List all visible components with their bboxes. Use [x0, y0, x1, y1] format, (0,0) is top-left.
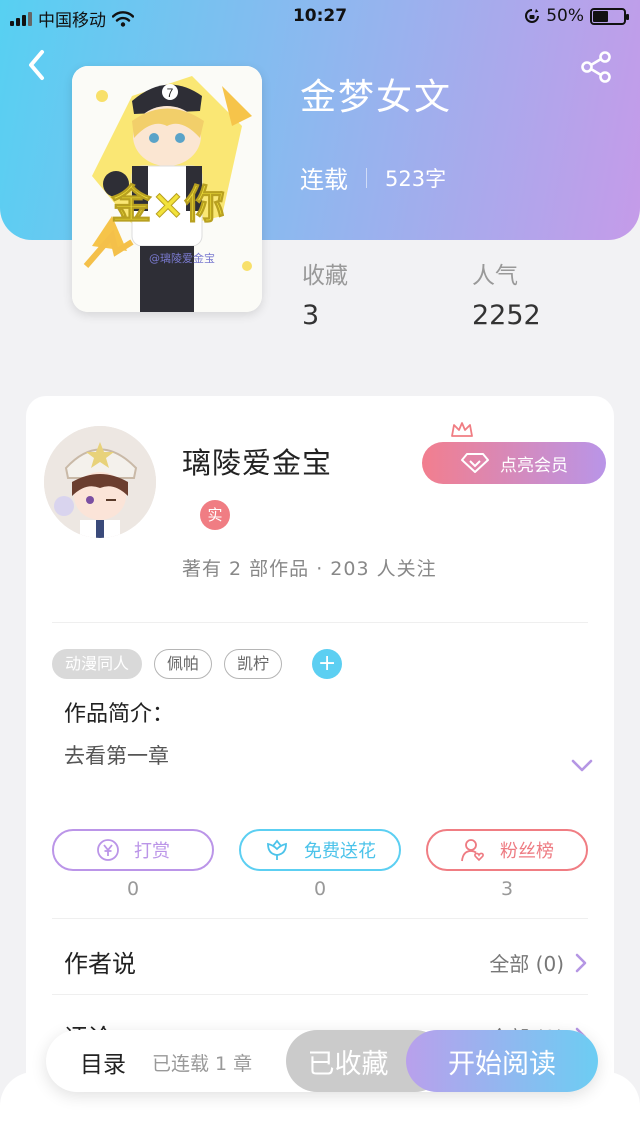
flower-count: 0	[313, 878, 327, 900]
book-meta: 连载 523字	[300, 160, 446, 195]
tip-button[interactable]: 打赏	[52, 829, 214, 871]
meta-divider	[366, 167, 367, 188]
tag-list: 动漫同人 佩帕 凯柠 +	[52, 649, 343, 679]
divider	[52, 622, 588, 623]
back-button[interactable]	[22, 48, 52, 82]
author-says-label: 作者说	[64, 950, 136, 978]
flower-icon	[267, 839, 287, 860]
stat-popularity: 人气 2252	[472, 256, 541, 331]
chevron-right-icon	[575, 953, 587, 972]
verified-badge: 实	[200, 500, 230, 530]
start-reading-button[interactable]: 开始阅读	[406, 1030, 598, 1092]
fan-user-icon	[461, 839, 484, 862]
stat-value: 2252	[472, 300, 541, 331]
status-bar: 中国移动 10:27 50%	[0, 0, 640, 34]
diamond-icon	[461, 453, 489, 473]
flower-label: 免费送花	[304, 841, 376, 862]
book-cover[interactable]: 7 金×你 @璃陵爱金宝	[72, 66, 262, 312]
fan-rank-button[interactable]: 粉丝榜	[426, 829, 588, 871]
stat-value: 3	[302, 300, 320, 331]
divider	[52, 918, 588, 919]
orientation-lock-icon	[525, 9, 540, 23]
stat-label: 人气	[472, 263, 518, 289]
chevron-left-icon	[29, 50, 44, 80]
tag-item[interactable]: 动漫同人	[52, 649, 143, 679]
tag-item[interactable]: 凯柠	[224, 649, 283, 679]
tip-count: 0	[126, 878, 140, 900]
tag-item[interactable]: 佩帕	[154, 649, 213, 679]
book-title: 金梦女文	[300, 77, 453, 118]
stat-label: 收藏	[302, 263, 348, 289]
battery-icon	[590, 7, 629, 25]
divider	[52, 994, 588, 995]
crown-icon	[451, 422, 473, 437]
svg-text:7: 7	[167, 86, 174, 100]
start-reading-label: 开始阅读	[448, 1048, 556, 1080]
flower-button[interactable]: 免费送花	[239, 829, 401, 871]
table-of-contents-button[interactable]: 目录	[80, 1045, 126, 1079]
cover-watermark: @璃陵爱金宝	[149, 251, 215, 265]
fan-rank-label: 粉丝榜	[500, 841, 554, 862]
author-stats: 著有 2 部作品 · 203 人关注	[182, 558, 437, 580]
bottom-action-bar: 目录 已连载 1 章 已收藏 开始阅读	[46, 1030, 598, 1092]
chevron-down-icon[interactable]	[570, 758, 594, 774]
stat-favorites: 收藏 3	[302, 256, 348, 331]
share-icon	[581, 51, 611, 83]
detail-card: 璃陵爱金宝 实 著有 2 部作品 · 203 人关注 点亮会员 动漫同人 佩帕 …	[26, 396, 614, 1096]
author-avatar[interactable]	[44, 426, 156, 538]
author-says-all-link[interactable]: 全部 (0)	[489, 948, 588, 977]
intro-label: 作品简介：	[64, 702, 175, 727]
intro-text: 去看第一章	[64, 744, 169, 768]
share-button[interactable]	[580, 50, 614, 84]
vip-button[interactable]: 点亮会员	[422, 442, 606, 484]
serial-status: 连载	[300, 166, 348, 194]
serial-chapter-info: 已连载 1 章	[152, 1053, 253, 1075]
author-says-all-text: 全部 (0)	[489, 952, 564, 976]
author-name[interactable]: 璃陵爱金宝	[182, 440, 332, 482]
cover-title-text: 金×你	[110, 182, 225, 228]
word-count: 523字	[385, 166, 447, 191]
status-right: 50%	[524, 6, 629, 26]
fan-rank-count: 3	[500, 878, 514, 900]
collected-label: 已收藏	[307, 1048, 389, 1080]
vip-button-label: 点亮会员	[500, 455, 568, 476]
avatar-illustration	[44, 426, 156, 538]
yen-coin-icon	[97, 839, 119, 861]
cover-illustration: 7 金×你 @璃陵爱金宝	[72, 66, 262, 312]
tip-label: 打赏	[134, 841, 170, 862]
add-tag-button[interactable]: +	[312, 649, 343, 679]
battery-percent: 50%	[546, 6, 584, 26]
